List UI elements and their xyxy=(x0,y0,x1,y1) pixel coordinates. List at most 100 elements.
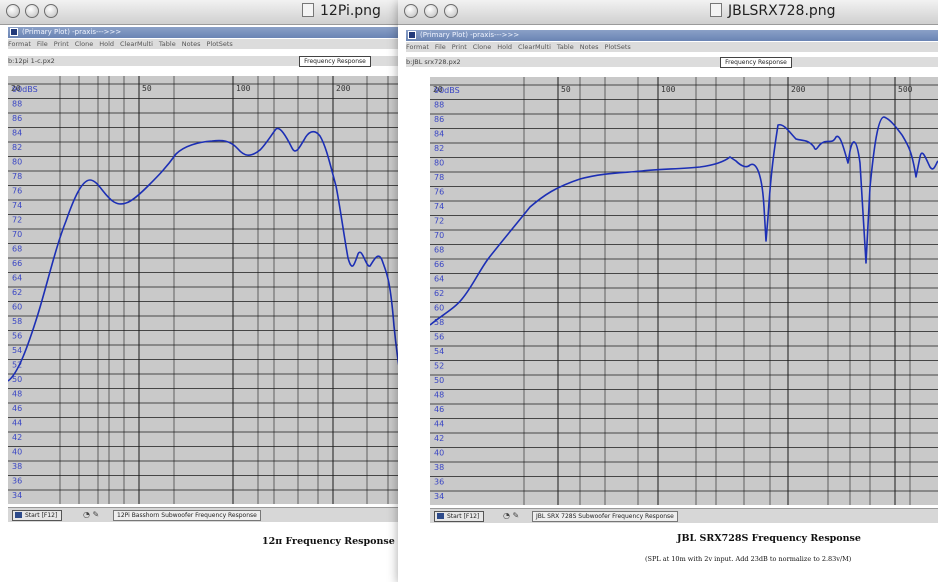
x-tick-label: 500 xyxy=(898,85,913,94)
y-tick-label: 76 xyxy=(434,188,444,197)
y-tick-label: 34 xyxy=(434,492,444,501)
y-tick-label: 58 xyxy=(12,317,22,326)
menu-clone[interactable]: Clone xyxy=(75,40,93,48)
right-file-name: b:JBL srx728.px2 xyxy=(406,58,461,66)
right-statusbar: Start [F12] ◔ ✎ JBL SRX 728S Subwoofer F… xyxy=(430,508,938,523)
x-tick-label: 50 xyxy=(561,85,571,94)
y-tick-label: 46 xyxy=(434,405,444,414)
y-tick-label: 44 xyxy=(12,419,22,428)
left-status-text: 12Pi Basshorn Subwoofer Frequency Respon… xyxy=(113,510,261,521)
minimize-button[interactable] xyxy=(424,4,438,18)
menu-file[interactable]: File xyxy=(37,40,48,48)
x-tick-label: 100 xyxy=(236,84,251,93)
y-tick-label: 60 xyxy=(434,304,444,313)
start-icon xyxy=(15,512,22,518)
status-tool-icons[interactable]: ◔ ✎ xyxy=(83,510,99,519)
right-window-title: JBLSRX728.png xyxy=(710,3,836,19)
menu-file[interactable]: File xyxy=(435,43,446,51)
zoom-button[interactable] xyxy=(444,4,458,18)
menu-hold[interactable]: Hold xyxy=(497,43,512,51)
y-tick-label: 38 xyxy=(434,463,444,472)
left-window-title: 12Pi.png xyxy=(302,3,381,19)
menu-format[interactable]: Format xyxy=(8,40,31,48)
y-tick-label: 64 xyxy=(434,275,444,284)
y-tick-label: 36 xyxy=(12,477,22,486)
y-tick-label: 86 xyxy=(434,115,444,124)
right-frequency-response-button[interactable]: Frequency Response xyxy=(720,57,792,68)
image-file-icon xyxy=(302,3,314,17)
left-app-title: (Primary Plot) -praxis--->>> xyxy=(22,28,122,36)
y-tick-label: 86 xyxy=(12,114,22,123)
y-tick-label: 88 xyxy=(12,100,22,109)
menu-plotsets[interactable]: PlotSets xyxy=(604,43,630,51)
right-plot-area: 90dBS 88 86 84 82 80 78 76 74 72 70 68 66 64 62 60 58 56 5… xyxy=(430,77,938,505)
right-window[interactable]: JBLSRX728.png (Primary Plot) -praxis--->… xyxy=(398,0,938,582)
y-tick-label: 54 xyxy=(434,347,444,356)
x-tick-label: 200 xyxy=(336,84,351,93)
x-tick-label: 20 xyxy=(11,84,21,93)
menu-table[interactable]: Table xyxy=(557,43,574,51)
left-start-button[interactable]: Start [F12] xyxy=(12,510,63,521)
right-caption: JBL SRX728S Frequency Response xyxy=(677,533,861,544)
left-file-name: b:12pi 1-c.px2 xyxy=(8,57,55,65)
frequency-response-curve xyxy=(430,116,938,326)
y-tick-label: 66 xyxy=(12,259,22,268)
menu-plotsets[interactable]: PlotSets xyxy=(206,40,232,48)
start-icon xyxy=(437,513,444,519)
left-frequency-response-button[interactable]: Frequency Response xyxy=(299,56,371,67)
right-frequency-plot: 90dBS88868482807876747270686664626058565… xyxy=(430,77,938,505)
y-tick-label: 82 xyxy=(434,144,444,153)
x-tick-label: 200 xyxy=(791,85,806,94)
y-tick-label: 48 xyxy=(434,391,444,400)
y-tick-label: 48 xyxy=(12,390,22,399)
y-tick-label: 68 xyxy=(434,246,444,255)
left-window[interactable]: 12Pi.png (Primary Plot) -praxis--->>> Fo… xyxy=(0,0,420,582)
y-tick-label: 56 xyxy=(434,333,444,342)
zoom-button[interactable] xyxy=(44,4,58,18)
menu-clearmulti[interactable]: ClearMulti xyxy=(120,40,153,48)
menu-table[interactable]: Table xyxy=(159,40,176,48)
y-tick-label: 62 xyxy=(434,289,444,298)
x-tick-label: 20 xyxy=(433,85,443,94)
y-tick-label: 42 xyxy=(12,433,22,442)
left-plot-area: 90dBS 88 86 84 82 80 78 76 74 72 70 68 66 64 62 60 58 56 5… xyxy=(8,76,420,504)
status-tool-icons[interactable]: ◔ ✎ xyxy=(503,511,519,520)
y-tick-label: 58 xyxy=(434,318,444,327)
y-tick-label: 60 xyxy=(12,303,22,312)
y-tick-label: 54 xyxy=(12,346,22,355)
right-app-titlebar: (Primary Plot) -praxis--->>> xyxy=(406,30,938,41)
y-tick-label: 70 xyxy=(12,230,22,239)
menu-notes[interactable]: Notes xyxy=(580,43,599,51)
menu-format[interactable]: Format xyxy=(406,43,429,51)
y-tick-label: 78 xyxy=(434,173,444,182)
x-tick-label: 50 xyxy=(142,84,152,93)
minimize-button[interactable] xyxy=(25,4,39,18)
menu-print[interactable]: Print xyxy=(54,40,69,48)
y-tick-label: 84 xyxy=(434,130,444,139)
y-tick-label: 78 xyxy=(12,172,22,181)
right-window-title-text: JBLSRX728.png xyxy=(728,3,836,19)
y-tick-label: 40 xyxy=(12,448,22,457)
y-tick-label: 34 xyxy=(12,491,22,500)
y-tick-label: 50 xyxy=(434,376,444,385)
close-button[interactable] xyxy=(6,4,20,18)
image-file-icon xyxy=(710,3,722,17)
menu-print[interactable]: Print xyxy=(452,43,467,51)
close-button[interactable] xyxy=(404,4,418,18)
y-tick-label: 74 xyxy=(12,201,22,210)
right-titlebar[interactable]: JBLSRX728.png xyxy=(398,0,938,25)
y-tick-label: 70 xyxy=(434,231,444,240)
y-tick-label: 76 xyxy=(12,187,22,196)
menu-clearmulti[interactable]: ClearMulti xyxy=(518,43,551,51)
menu-hold[interactable]: Hold xyxy=(99,40,114,48)
right-subcaption: (SPL at 10m with 2v input. Add 23dB to n… xyxy=(645,555,852,563)
y-tick-label: 40 xyxy=(434,449,444,458)
x-tick-label: 100 xyxy=(661,85,676,94)
right-start-button[interactable]: Start [F12] xyxy=(434,511,485,522)
y-tick-label: 52 xyxy=(434,362,444,371)
left-titlebar[interactable]: 12Pi.png xyxy=(0,0,420,25)
y-tick-label: 80 xyxy=(434,159,444,168)
left-caption: 12π Frequency Response (Sing xyxy=(262,536,420,547)
menu-clone[interactable]: Clone xyxy=(473,43,491,51)
menu-notes[interactable]: Notes xyxy=(182,40,201,48)
